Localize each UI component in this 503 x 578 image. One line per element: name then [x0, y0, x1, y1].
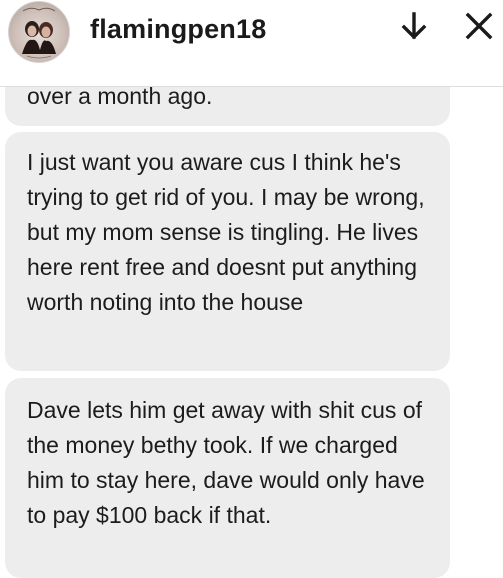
avatar[interactable] — [8, 1, 70, 63]
close-icon — [465, 12, 493, 40]
chat-username[interactable]: flamingpen18 — [90, 14, 266, 45]
close-button[interactable] — [461, 8, 497, 44]
chat-header: flamingpen18 — [0, 0, 503, 87]
profile-avatar-icon — [22, 7, 56, 59]
arrow-down-icon — [401, 12, 427, 40]
message-bubble: Dave lets him get away with shit cus of … — [5, 378, 450, 578]
message-bubble: I just want you aware cus I think he's t… — [5, 132, 450, 371]
message-text: I just want you aware cus I think he's t… — [27, 149, 425, 315]
scroll-down-button[interactable] — [396, 8, 432, 44]
message-text: Dave lets him get away with shit cus of … — [27, 397, 425, 528]
